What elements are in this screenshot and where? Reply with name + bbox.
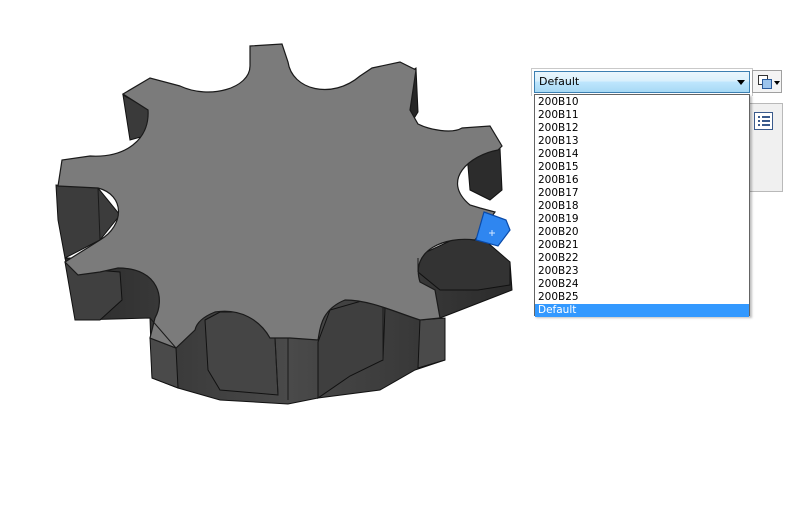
dropdown-option[interactable]: 200B24 bbox=[535, 278, 749, 291]
configurations-button[interactable] bbox=[752, 70, 782, 93]
dropdown-arrow-icon bbox=[774, 81, 780, 85]
dropdown-option[interactable]: 200B10 bbox=[535, 96, 749, 109]
dropdown-option[interactable]: 200B11 bbox=[535, 109, 749, 122]
dropdown-option[interactable]: 200B19 bbox=[535, 213, 749, 226]
chevron-down-icon[interactable] bbox=[737, 80, 745, 85]
dropdown-option[interactable]: Default bbox=[535, 304, 749, 317]
combobox-value: Default bbox=[539, 75, 580, 88]
dropdown-option[interactable]: 200B21 bbox=[535, 239, 749, 252]
dropdown-option[interactable]: 200B15 bbox=[535, 161, 749, 174]
dropdown-option[interactable]: 200B20 bbox=[535, 226, 749, 239]
dropdown-option[interactable]: 200B25 bbox=[535, 291, 749, 304]
dropdown-option[interactable]: 200B12 bbox=[535, 122, 749, 135]
dropdown-option[interactable]: 200B13 bbox=[535, 135, 749, 148]
dropdown-option[interactable]: 200B23 bbox=[535, 265, 749, 278]
configurations-icon-front bbox=[762, 79, 772, 89]
property-list-icon[interactable] bbox=[754, 112, 773, 130]
dropdown-option[interactable]: 200B14 bbox=[535, 148, 749, 161]
configuration-dropdown-list[interactable]: 200B10 200B11 200B12 200B13 200B14 200B15 200B… bbox=[534, 94, 750, 317]
dropdown-option[interactable]: 200B16 bbox=[535, 174, 749, 187]
dropdown-option[interactable]: 200B17 bbox=[535, 187, 749, 200]
dropdown-option[interactable]: 200B18 bbox=[535, 200, 749, 213]
configuration-combobox[interactable]: Default bbox=[534, 71, 750, 93]
dropdown-option[interactable]: 200B22 bbox=[535, 252, 749, 265]
